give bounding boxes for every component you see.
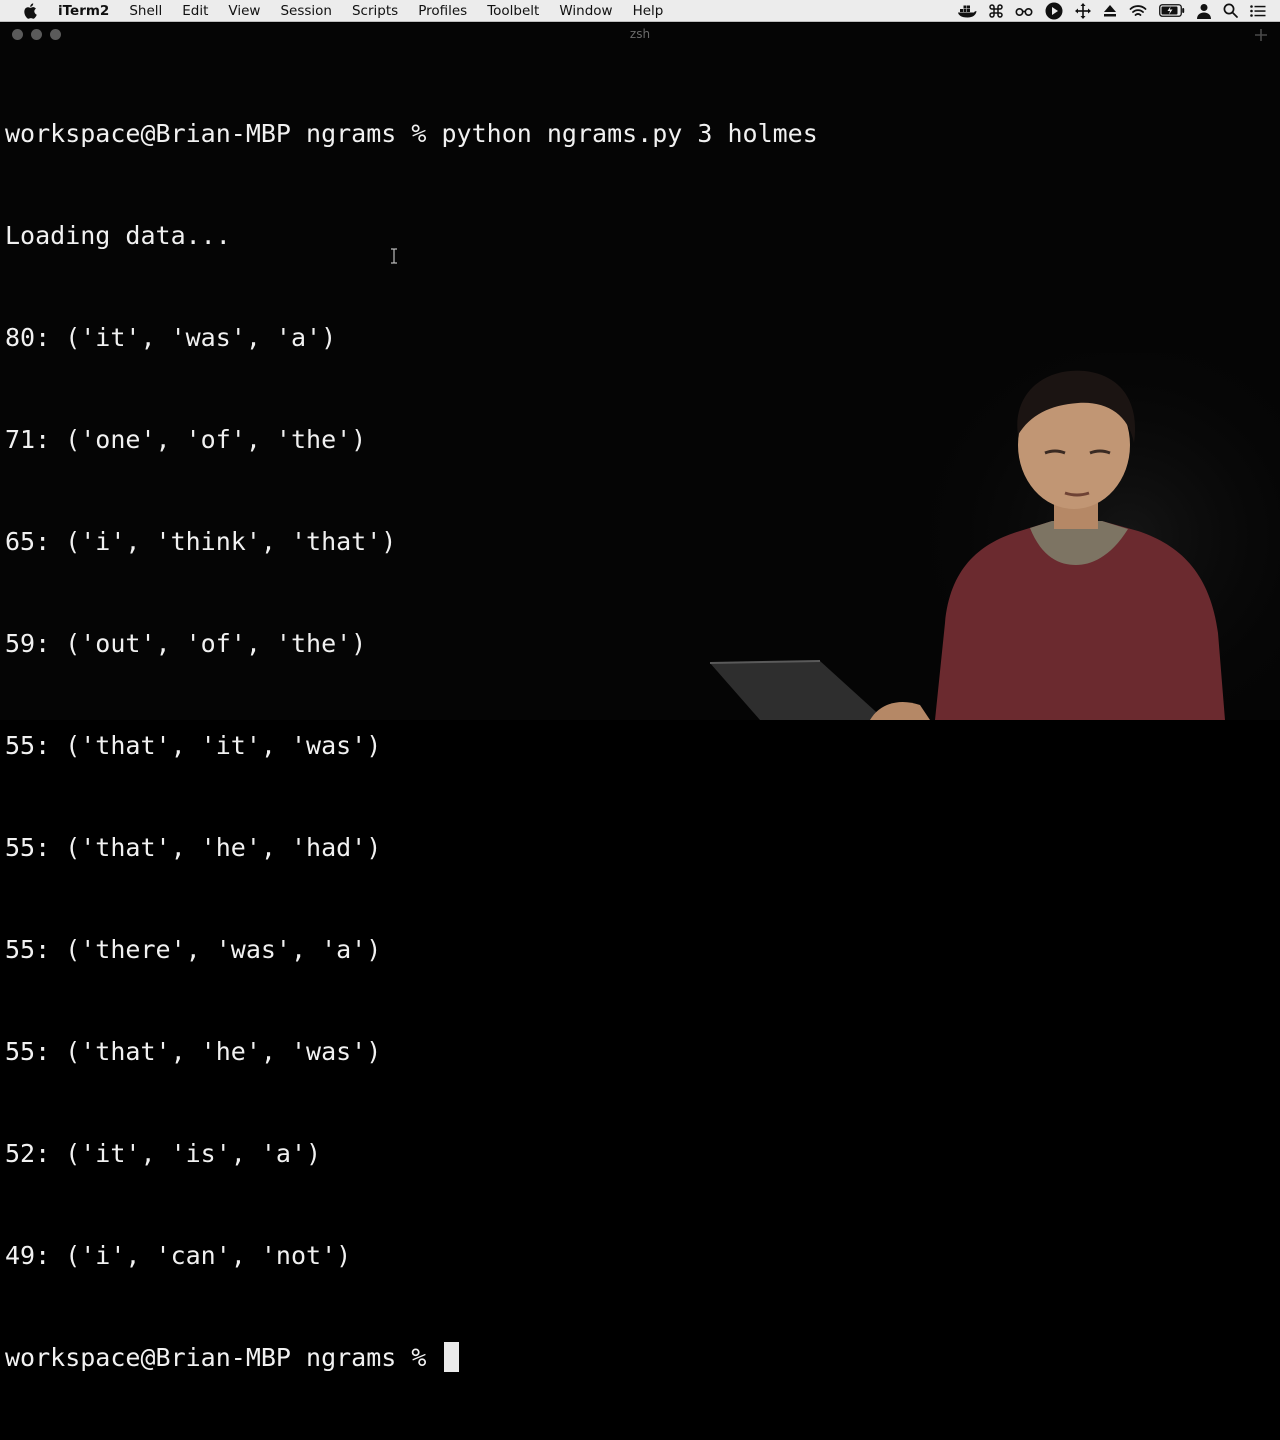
wifi-icon[interactable] (1129, 0, 1147, 22)
menu-session[interactable]: Session (270, 0, 342, 22)
presenter-video-overlay (700, 353, 1280, 724)
new-tab-plus-icon[interactable] (1254, 27, 1268, 41)
menu-profiles[interactable]: Profiles (408, 0, 477, 22)
terminal-window: zsh workspace@Brian-MBP ngrams % python … (0, 23, 1280, 1372)
command-icon[interactable] (989, 0, 1003, 22)
result-line: 55: ('that', 'it', 'was') (5, 731, 382, 760)
battery-icon[interactable] (1159, 0, 1185, 22)
play-circle-icon[interactable] (1045, 0, 1063, 22)
apple-icon[interactable] (20, 1, 40, 21)
terminal-output[interactable]: workspace@Brian-MBP ngrams % python ngra… (5, 49, 1280, 1440)
input-line[interactable]: workspace@Brian-MBP ngrams % (5, 1341, 1280, 1375)
menu-view[interactable]: View (218, 0, 270, 22)
result-line: 49: ('i', 'can', 'not') (5, 1241, 352, 1270)
shell-prompt: workspace@Brian-MBP ngrams % (5, 119, 442, 148)
menu-scripts[interactable]: Scripts (342, 0, 408, 22)
window-title: zsh (629, 27, 651, 41)
user-icon[interactable] (1197, 0, 1211, 22)
menu-window[interactable]: Window (549, 0, 622, 22)
menu-edit[interactable]: Edit (172, 0, 218, 22)
macos-menu-bar: iTerm2 Shell Edit View Session Scripts P… (0, 0, 1280, 22)
menu-help[interactable]: Help (623, 0, 674, 22)
text-cursor (443, 1342, 459, 1372)
status-menu-extras (957, 0, 1280, 22)
search-icon[interactable] (1223, 0, 1238, 22)
result-line: 80: ('it', 'was', 'a') (5, 323, 337, 352)
ibeam-cursor-icon (389, 248, 399, 268)
glasses-icon[interactable] (1015, 0, 1033, 22)
command-line: workspace@Brian-MBP ngrams % python ngra… (5, 117, 1280, 151)
move-arrows-icon[interactable] (1075, 0, 1091, 22)
window-titlebar[interactable]: zsh (0, 23, 1280, 45)
status-line: Loading data... (5, 221, 231, 250)
eject-icon[interactable] (1103, 0, 1117, 22)
docker-icon[interactable] (957, 0, 977, 22)
menu-app-iterm2[interactable]: iTerm2 (54, 0, 119, 22)
list-icon[interactable] (1250, 0, 1266, 22)
result-line: 55: ('that', 'he', 'had') (5, 833, 382, 862)
result-line: 55: ('that', 'he', 'was') (5, 1037, 382, 1066)
menu-shell[interactable]: Shell (119, 0, 172, 22)
result-line: 52: ('it', 'is', 'a') (5, 1139, 322, 1168)
entered-command: python ngrams.py 3 holmes (441, 119, 818, 148)
menu-toolbelt[interactable]: Toolbelt (477, 0, 549, 22)
result-line: 55: ('there', 'was', 'a') (5, 935, 382, 964)
shell-prompt: workspace@Brian-MBP ngrams % (5, 1343, 442, 1372)
